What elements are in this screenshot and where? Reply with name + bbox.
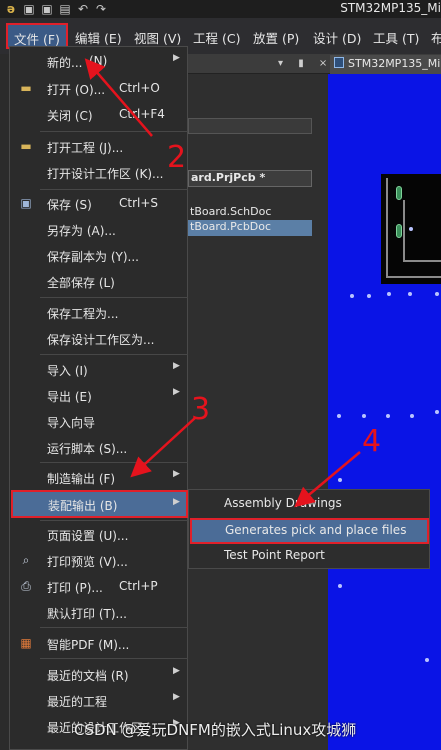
annotation-label-4: 4 bbox=[362, 424, 382, 459]
annotation-arrow-4 bbox=[294, 451, 361, 508]
annotation-label-3: 3 bbox=[191, 392, 211, 427]
annotation-arrow-3 bbox=[130, 417, 196, 478]
watermark: CSDN @爱玩DNFM的嵌入式Linux攻城狮 bbox=[74, 721, 357, 739]
annotation-arrows bbox=[84, 58, 361, 508]
annotation-arrow-2 bbox=[84, 58, 153, 137]
annotation-label-2: 2 bbox=[167, 140, 187, 175]
